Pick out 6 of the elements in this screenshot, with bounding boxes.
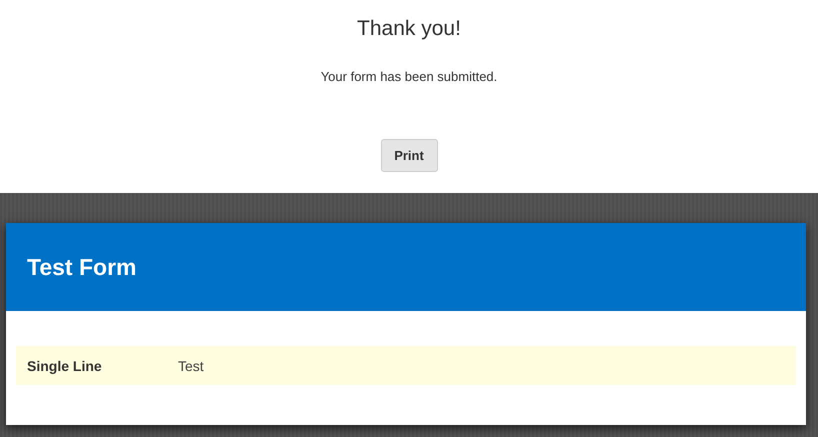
submission-message: Your form has been submitted.	[320, 69, 498, 84]
print-button[interactable]: Print	[380, 139, 438, 172]
field-value: Test	[178, 358, 204, 374]
thank-you-heading: Thank you!	[357, 17, 461, 41]
field-label: Single Line	[26, 358, 103, 374]
form-title: Test Form	[6, 223, 806, 311]
